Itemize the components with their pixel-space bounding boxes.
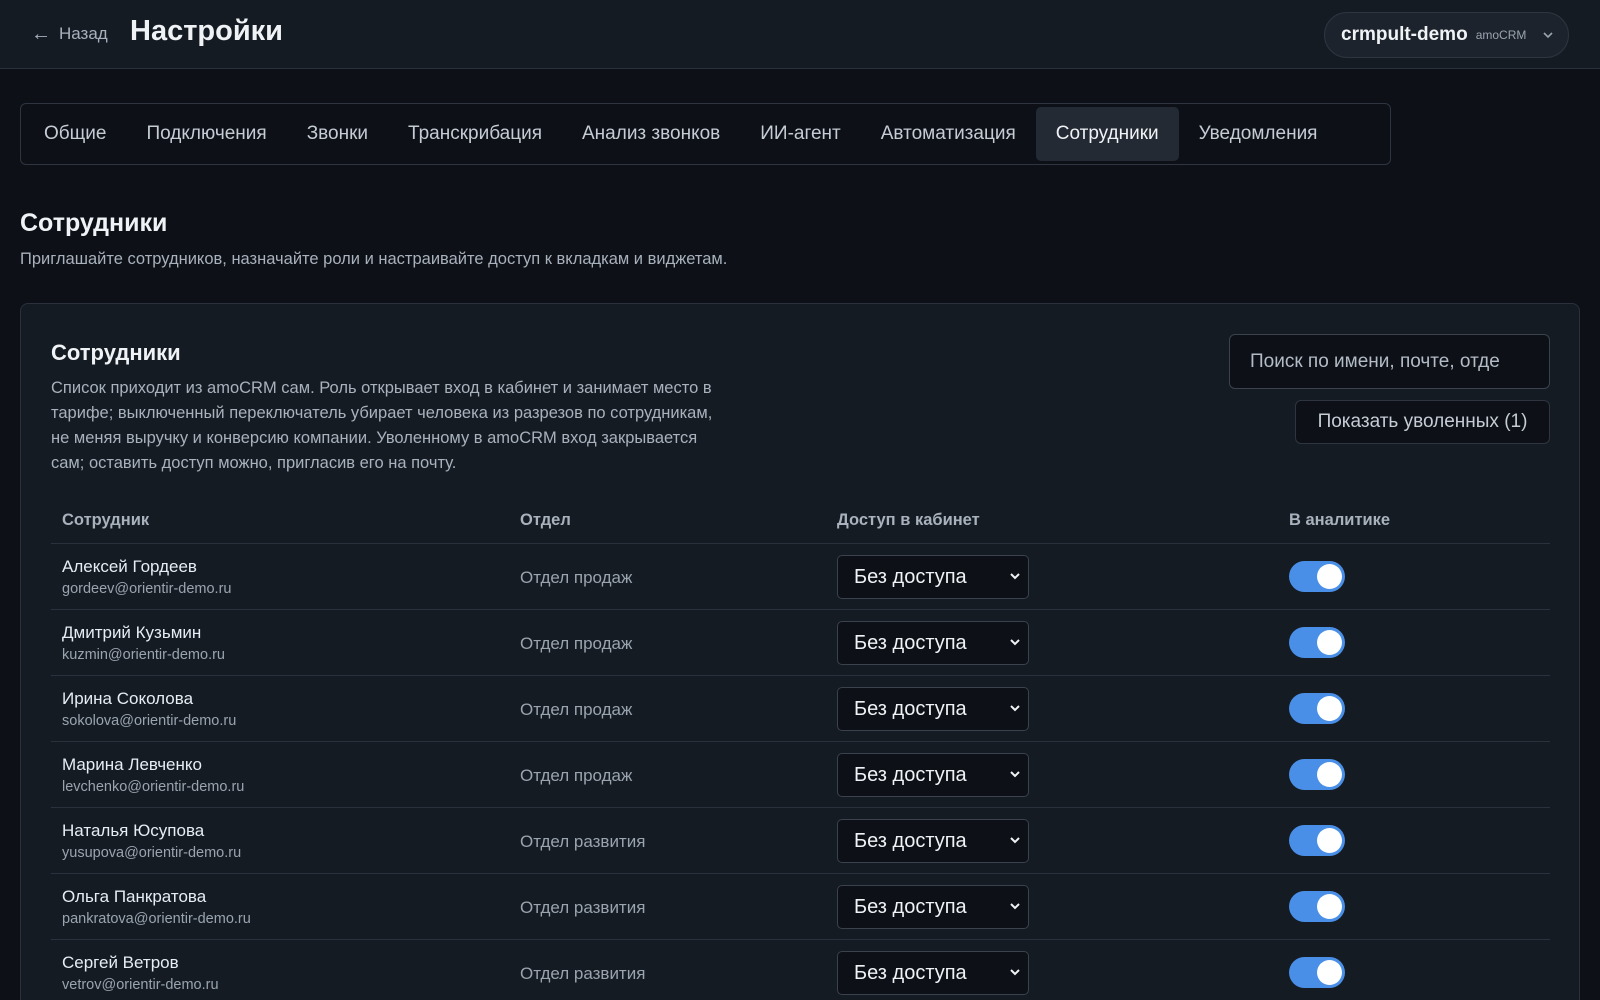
chevron-down-icon xyxy=(1010,705,1020,712)
chevron-down-icon xyxy=(1010,837,1020,844)
show-fired-button[interactable]: Показать уволенных (1) xyxy=(1295,400,1550,444)
column-header-analytics: В аналитике xyxy=(1289,511,1391,529)
back-label: Назад xyxy=(59,24,108,43)
card-description: Список приходит из amoCRM сам. Роль откр… xyxy=(51,376,771,476)
tab-automation[interactable]: Автоматизация xyxy=(861,107,1036,161)
analytics-toggle[interactable] xyxy=(1289,825,1345,856)
tab-general[interactable]: Общие xyxy=(24,107,126,161)
table-row: Ирина Соколова sokolova@orientir-demo.ru… xyxy=(51,676,1550,742)
table-header: Сотрудник Отдел Доступ в кабинет В анали… xyxy=(51,499,1550,544)
table-row: Марина Левченко levchenko@orientir-demo.… xyxy=(51,742,1550,808)
employee-email: yusupova@orientir-demo.ru xyxy=(62,845,242,861)
employee-email: sokolova@orientir-demo.ru xyxy=(62,713,237,729)
chevron-down-icon xyxy=(1010,639,1020,646)
access-select[interactable]: Без доступа xyxy=(837,819,1029,863)
employee-name: Ирина Соколова xyxy=(62,689,194,708)
employee-email: vetrov@orientir-demo.ru xyxy=(62,977,219,993)
employee-department: Отдел развития xyxy=(520,898,646,917)
tab-ai-agent[interactable]: ИИ-агент xyxy=(740,107,860,161)
tab-transcription[interactable]: Транскрибация xyxy=(388,107,562,161)
employee-name: Марина Левченко xyxy=(62,755,202,774)
access-select-value: Без доступа xyxy=(854,961,967,984)
analytics-toggle[interactable] xyxy=(1289,561,1345,592)
column-header-department: Отдел xyxy=(520,511,571,529)
toggle-knob xyxy=(1317,630,1342,655)
table-row: Дмитрий Кузьмин kuzmin@orientir-demo.ru … xyxy=(51,610,1550,676)
card-description-line: тарифе; выключенный переключатель убирае… xyxy=(51,404,713,422)
search-input[interactable] xyxy=(1229,334,1550,389)
table-row: Ольга Панкратова pankratova@orientir-dem… xyxy=(51,874,1550,940)
account-platform: amoCRM xyxy=(1475,28,1527,42)
access-select[interactable]: Без доступа xyxy=(837,621,1029,665)
back-link[interactable]: ← Назад xyxy=(31,22,108,46)
access-select-value: Без доступа xyxy=(854,895,967,918)
employee-department: Отдел развития xyxy=(520,964,646,983)
analytics-toggle[interactable] xyxy=(1289,891,1345,922)
card-title: Сотрудники xyxy=(51,340,181,365)
access-select[interactable]: Без доступа xyxy=(837,555,1029,599)
analytics-toggle[interactable] xyxy=(1289,759,1345,790)
employee-email: kuzmin@orientir-demo.ru xyxy=(62,647,225,663)
employee-name: Наталья Юсупова xyxy=(62,821,205,840)
chevron-down-icon xyxy=(1543,32,1553,39)
toggle-knob xyxy=(1317,894,1342,919)
employee-name: Дмитрий Кузьмин xyxy=(62,623,202,642)
chevron-down-icon xyxy=(1010,771,1020,778)
chevron-down-icon xyxy=(1010,969,1020,976)
toggle-knob xyxy=(1317,564,1342,589)
settings-tabs: Общие Подключения Звонки Транскрибация А… xyxy=(20,103,1391,165)
access-select-value: Без доступа xyxy=(854,763,967,786)
account-switcher[interactable]: crmpult-demo amoCRM xyxy=(1324,12,1569,58)
top-bar: ← Назад Настройки crmpult-demo amoCRM xyxy=(0,0,1600,69)
page-title: Настройки xyxy=(130,15,284,47)
access-select-value: Без доступа xyxy=(854,565,967,588)
tab-calls[interactable]: Звонки xyxy=(287,107,388,161)
toggle-knob xyxy=(1317,762,1342,787)
account-name: crmpult-demo xyxy=(1341,24,1468,45)
column-header-access: Доступ в кабинет xyxy=(837,511,980,529)
employee-department: Отдел продаж xyxy=(520,700,633,719)
tab-employees[interactable]: Сотрудники xyxy=(1035,107,1179,161)
column-header-employee: Сотрудник xyxy=(62,511,150,529)
arrow-left-icon: ← xyxy=(31,23,51,45)
tab-notifications[interactable]: Уведомления xyxy=(1179,107,1338,161)
employee-department: Отдел продаж xyxy=(520,568,633,587)
table-row: Алексей Гордеев gordeev@orientir-demo.ru… xyxy=(51,544,1550,610)
card-description-line: Список приходит из amoCRM сам. Роль откр… xyxy=(51,379,712,397)
access-select[interactable]: Без доступа xyxy=(837,885,1029,929)
access-select[interactable]: Без доступа xyxy=(837,753,1029,797)
tab-connections[interactable]: Подключения xyxy=(126,107,286,161)
section-subtitle: Приглашайте сотрудников, назначайте роли… xyxy=(20,250,728,268)
tab-call-analysis[interactable]: Анализ звонков xyxy=(562,107,740,161)
employees-table-body: Алексей Гордеев gordeev@orientir-demo.ru… xyxy=(51,544,1550,1000)
chevron-down-icon xyxy=(1010,903,1020,910)
card-description-line: сам; оставить доступ можно, пригласив ег… xyxy=(51,454,457,472)
access-select[interactable]: Без доступа xyxy=(837,687,1029,731)
employee-department: Отдел развития xyxy=(520,832,646,851)
access-select[interactable]: Без доступа xyxy=(837,951,1029,995)
toggle-knob xyxy=(1317,828,1342,853)
employee-department: Отдел продаж xyxy=(520,634,633,653)
table-row: Наталья Юсупова yusupova@orientir-demo.r… xyxy=(51,808,1550,874)
employee-email: gordeev@orientir-demo.ru xyxy=(62,581,232,597)
toggle-knob xyxy=(1317,696,1342,721)
analytics-toggle[interactable] xyxy=(1289,627,1345,658)
access-select-value: Без доступа xyxy=(854,697,967,720)
employee-email: levchenko@orientir-demo.ru xyxy=(62,779,245,795)
chevron-down-icon xyxy=(1010,573,1020,580)
access-select-value: Без доступа xyxy=(854,631,967,654)
access-select-value: Без доступа xyxy=(854,829,967,852)
employee-name: Ольга Панкратова xyxy=(62,887,207,906)
employees-card: Сотрудники Список приходит из amoCRM сам… xyxy=(20,303,1580,1000)
employee-name: Сергей Ветров xyxy=(62,953,179,972)
section-title: Сотрудники xyxy=(20,209,168,237)
toggle-knob xyxy=(1317,960,1342,985)
table-row: Сергей Ветров vetrov@orientir-demo.ru От… xyxy=(51,940,1550,1000)
card-description-line: не меняя выручку и конверсию компании. У… xyxy=(51,429,698,447)
employee-name: Алексей Гордеев xyxy=(62,557,197,576)
analytics-toggle[interactable] xyxy=(1289,693,1345,724)
analytics-toggle[interactable] xyxy=(1289,957,1345,988)
employee-department: Отдел продаж xyxy=(520,766,633,785)
employee-email: pankratova@orientir-demo.ru xyxy=(62,911,251,927)
